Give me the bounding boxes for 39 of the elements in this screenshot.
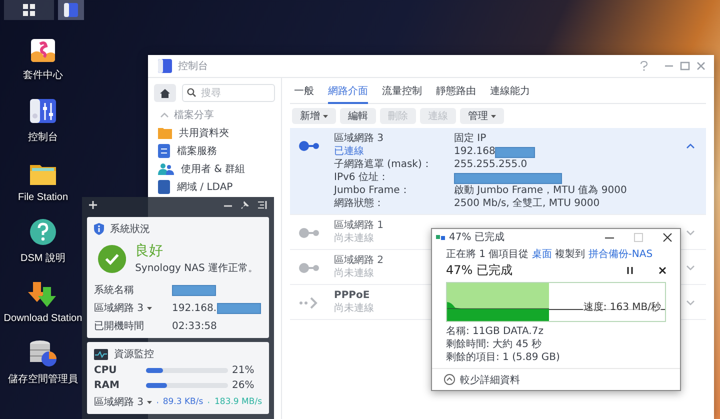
connection-status: 已連線 [334,146,364,158]
info-value: 02:33:58 [172,320,217,332]
interface-name: 區域網路 1 [334,220,384,232]
meter-label: CPU [94,365,118,376]
transfer-detail: 剩餘時間: 大約 45 秒 [446,339,543,351]
detail-label: 子網路遮罩 (mask)： [334,159,432,171]
card-title: 資源監控 [114,348,154,361]
status-message: Synology NAS 運作正常。 [135,262,258,275]
download-speed: 183.9 MB/s [214,397,262,407]
connection-status: 尚未連線 [334,268,374,280]
connection-status: 尚未連線 [334,233,374,245]
copy-description: 正在將 1 個項目從 桌面 複製到 拼合備份-NAS [446,248,654,261]
detail-label: 網路狀態： [334,198,384,210]
info-value: 192.168. [172,302,261,314]
progress-heading: 47% 已完成 [446,262,514,279]
detail-label: Jumbo Frame： [334,185,410,197]
ip-address: 192.168 [454,146,536,158]
transfer-detail: 名稱: 11GB DATA.7z [446,326,544,338]
upload-speed: 89.3 KB/s [162,397,204,407]
info-label: 系統名稱 [94,284,134,297]
info-label: 已開機時間 [94,320,144,333]
ip-mode: 固定 IP [454,133,486,145]
meter-reading: 26% [232,380,256,391]
interface-name: 區域網路 2 [334,255,384,267]
detail-label: IPv6 位址： [334,172,388,184]
detail-value: 啟動 Jumbo Frame，MTU 值為 9000 [454,185,627,197]
interface-name: PPPoE [334,290,370,302]
window-title: 控制台 [178,60,209,73]
dialog-title: 47% 已完成 [449,230,506,244]
connection-status: 尚未連線 [334,303,374,315]
transfer-detail: 剩餘的項目: 1 (5.89 GB) [446,352,561,364]
status-text: 良好 [135,242,164,260]
detail-value: 2500 Mb/s, 全雙工, MTU 9000 [454,198,600,210]
speed-reading: 速度: 163 MB/秒 [583,300,661,314]
meter-reading: 21% [232,365,256,376]
detail-value: 255.255.255.0 [454,159,528,171]
interface-name: 區域網路 3 [334,133,384,145]
meter-label: RAM [94,380,120,391]
card-title: 系統狀況 [110,222,150,236]
